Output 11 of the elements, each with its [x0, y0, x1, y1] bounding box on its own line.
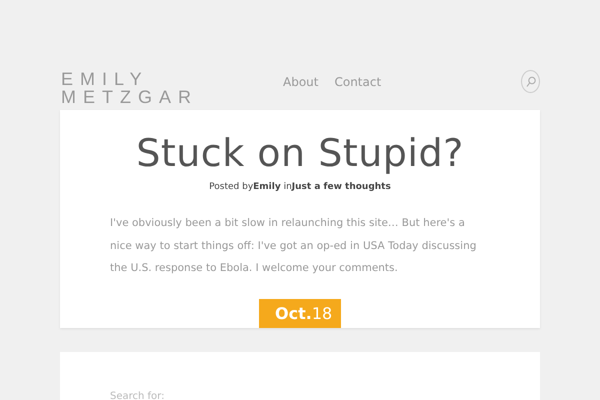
search-button[interactable] — [521, 70, 540, 93]
post-text: I've obviously been a bit slow in relaunching this site… But here's a nice way to start things off: I've got an op-ed in USA Today discussing the U.S. response to Ebola. I welcome your comments. — [110, 216, 478, 276]
post-byline: Posted byEmily inJust a few thoughts — [209, 182, 391, 192]
post-title[interactable]: Stuck on Stupid? — [136, 130, 464, 176]
site-title[interactable]: METZGAR — [61, 88, 198, 106]
date-badge: Oct.18 — [259, 299, 341, 328]
search-label: Search for: — [110, 391, 164, 400]
nav-link[interactable]: About — [283, 75, 318, 89]
site-title[interactable]: EMILY — [61, 70, 149, 88]
search-icon — [526, 76, 536, 88]
nav-link[interactable]: Contact — [334, 75, 382, 89]
